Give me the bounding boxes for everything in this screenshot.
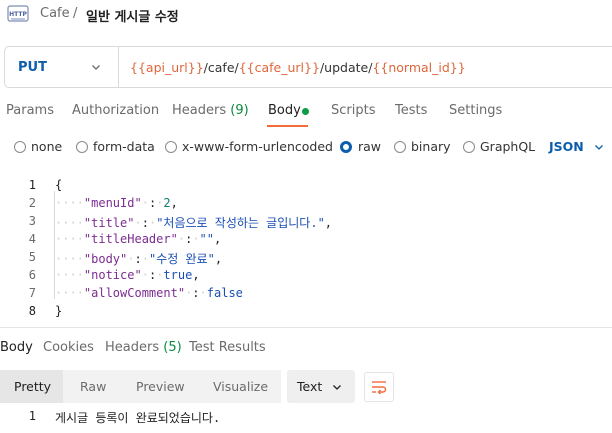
code-token: "menuId" xyxy=(83,196,142,210)
code-token: "notice" xyxy=(83,268,142,282)
code-token: "" xyxy=(199,232,214,246)
whitespace-marker: · xyxy=(141,268,149,282)
code-token: true xyxy=(163,268,193,282)
divider xyxy=(0,327,612,328)
code-token: "title" xyxy=(83,216,135,230)
whitespace-marker: ···· xyxy=(55,252,84,266)
whitespace-marker: · xyxy=(134,216,142,230)
whitespace-marker: · xyxy=(199,286,207,300)
line-number: 6 xyxy=(28,268,36,282)
code-token: "처음으로 작성하는 글입니다." xyxy=(156,216,325,230)
response-body-text: 게시글 등록이 완료되었습니다. xyxy=(55,411,221,425)
code-line: ····"title"·:·"처음으로 작성하는 글입니다.", xyxy=(55,214,332,231)
whitespace-marker: ···· xyxy=(55,286,84,300)
view-pretty-button[interactable]: Pretty xyxy=(14,379,51,394)
code-token: : xyxy=(192,286,200,300)
line-number: 3 xyxy=(28,214,36,228)
whitespace-marker: ···· xyxy=(55,196,84,210)
response-tab-headers-count: (5) xyxy=(163,340,182,355)
line-number: 7 xyxy=(28,286,36,300)
code-line: { xyxy=(55,178,62,192)
code-line: ····"menuId"·:·2, xyxy=(55,196,178,210)
code-token: , xyxy=(170,196,178,210)
whitespace-marker: ···· xyxy=(55,216,84,230)
code-token: false xyxy=(206,286,243,300)
wrap-lines-icon xyxy=(372,381,387,395)
whitespace-marker: · xyxy=(141,196,149,210)
code-token: , xyxy=(213,232,222,246)
code-token: , xyxy=(214,252,223,266)
whitespace-marker: · xyxy=(141,252,149,266)
code-token: : xyxy=(134,252,142,266)
whitespace-marker: ···· xyxy=(55,268,84,282)
line-number: 8 xyxy=(28,304,36,318)
code-token: 2 xyxy=(163,196,171,210)
whitespace-marker: · xyxy=(192,232,200,246)
code-line: ····"allowComment"·:·false xyxy=(55,286,243,300)
indent-guide xyxy=(54,191,55,299)
whitespace-marker: ···· xyxy=(55,232,84,246)
format-select-label: Text xyxy=(297,379,323,394)
code-line: ····"titleHeader"·:·"", xyxy=(55,232,221,246)
code-token: } xyxy=(55,304,63,318)
code-token: "수정 완료" xyxy=(148,252,215,266)
response-tab-body[interactable]: Body xyxy=(0,340,33,355)
line-number: 4 xyxy=(28,232,36,246)
line-number: 2 xyxy=(28,196,36,210)
line-number: 1 xyxy=(28,178,36,192)
whitespace-marker: · xyxy=(177,232,186,246)
code-editor[interactable]: 1{2 ····"menuId"·:·2, 3 ····"title"·:·"처음으로… xyxy=(0,0,612,325)
code-token: "allowComment" xyxy=(83,286,186,300)
chevron-down-icon xyxy=(333,385,341,390)
code-token: { xyxy=(55,178,63,192)
code-line: } xyxy=(55,304,62,318)
code-line: ····"notice"·:·true, xyxy=(55,268,200,282)
view-preview-button[interactable]: Preview xyxy=(136,379,185,394)
response-tab-headers[interactable]: Headers (5) xyxy=(105,340,182,355)
code-token: , xyxy=(192,268,200,282)
response-tab-test-results[interactable]: Test Results xyxy=(189,340,266,355)
code-token: : xyxy=(141,216,149,230)
response-tab-cookies[interactable]: Cookies xyxy=(43,340,94,355)
code-token: , xyxy=(324,216,333,230)
code-token: "titleHeader" xyxy=(83,232,178,246)
response-tab-headers-label: Headers xyxy=(105,340,160,355)
view-visualize-button[interactable]: Visualize xyxy=(213,379,268,394)
code-line: ····"body"·:·"수정 완료", xyxy=(55,250,222,267)
whitespace-marker: · xyxy=(127,252,135,266)
response-line-number: 1 xyxy=(28,409,36,423)
line-number: 5 xyxy=(28,250,36,264)
code-token: "body" xyxy=(83,252,128,266)
view-raw-button[interactable]: Raw xyxy=(80,379,106,394)
